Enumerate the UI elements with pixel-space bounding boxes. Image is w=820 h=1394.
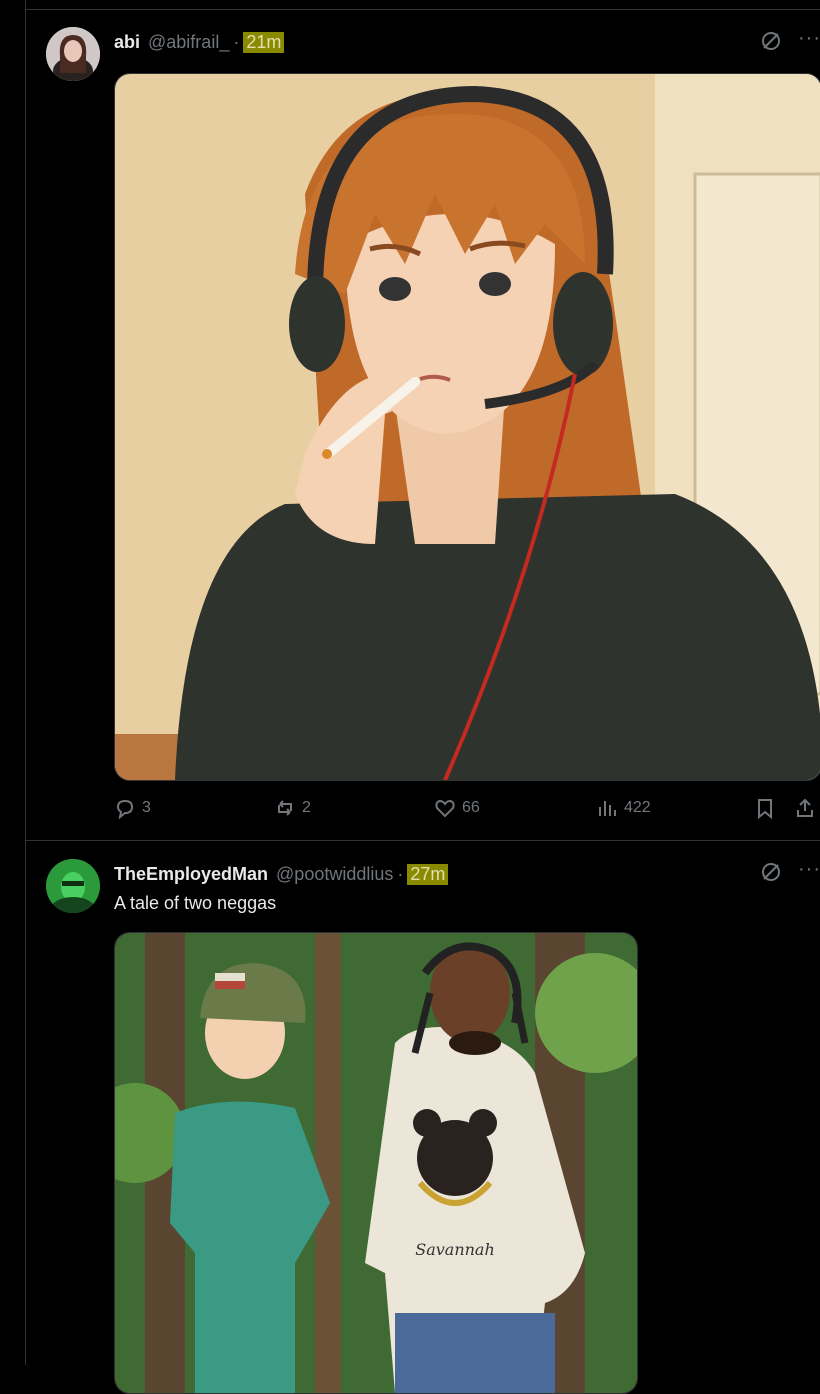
sweater-text: Savannah	[415, 1240, 495, 1259]
reply-icon	[116, 799, 134, 819]
avatar[interactable]	[46, 27, 100, 81]
reply-count: 3	[142, 799, 151, 816]
display-name[interactable]: TheEmployedMan	[114, 864, 268, 885]
avatar-image	[46, 27, 100, 81]
divider	[26, 9, 820, 10]
views-count: 422	[624, 799, 651, 816]
repost-icon	[278, 800, 292, 816]
anime-headset-girl-illustration	[115, 74, 820, 780]
share-icon	[797, 798, 813, 817]
repost-count: 2	[302, 799, 311, 816]
display-name[interactable]: abi	[114, 32, 140, 53]
post-text: A tale of two neggas	[114, 893, 277, 913]
separator-dot: ·	[233, 31, 240, 52]
bookmark-icon	[758, 799, 772, 819]
grok-icon[interactable]	[760, 861, 782, 883]
grok-icon[interactable]	[760, 30, 782, 52]
bookmark-button[interactable]	[754, 797, 776, 819]
heart-icon	[435, 799, 455, 818]
avatar-image	[46, 859, 100, 913]
post-actions: 3 2 66 422	[114, 797, 820, 821]
timestamp[interactable]: 21m	[243, 31, 285, 53]
anime-forest-illustration: Savannah	[115, 933, 637, 1393]
like-count: 66	[462, 799, 480, 816]
avatar[interactable]	[46, 859, 100, 913]
more-icon[interactable]: ···	[798, 27, 820, 50]
post-image[interactable]: Savannah	[114, 932, 638, 1394]
more-icon[interactable]: ···	[798, 858, 820, 881]
like-button[interactable]: 66	[434, 797, 480, 819]
views-button[interactable]: 422	[596, 797, 651, 819]
share-button[interactable]	[794, 797, 816, 819]
separator-dot: ·	[397, 863, 404, 884]
post-header: TheEmployedMan @pootwiddlius · 27m	[114, 862, 449, 886]
timestamp[interactable]: 27m	[407, 863, 449, 885]
timeline: abi @abifrail_ · 21m ··· 3 2 66 422 TheE…	[25, 0, 820, 1394]
handle[interactable]: @pootwiddlius	[276, 864, 393, 885]
handle[interactable]: @abifrail_	[148, 32, 229, 53]
reply-button[interactable]: 3	[114, 797, 151, 819]
post-divider	[26, 840, 820, 841]
views-icon	[599, 801, 616, 816]
post-image[interactable]	[114, 73, 820, 781]
repost-button[interactable]: 2	[274, 797, 311, 819]
post-header: abi @abifrail_ · 21m	[114, 30, 285, 54]
